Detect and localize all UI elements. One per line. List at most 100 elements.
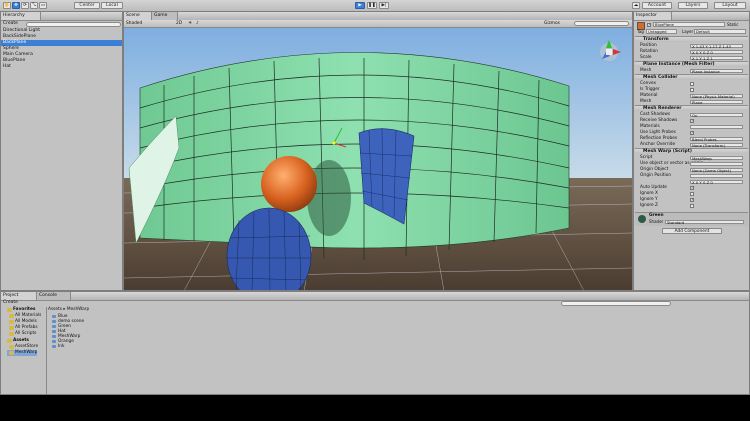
search-folder-icon — [9, 314, 14, 318]
mesh-collider-row-label: Is Trigger — [640, 87, 660, 92]
account-dropdown[interactable]: Account — [642, 2, 672, 9]
mesh-warp-component-header[interactable]: Mesh Warp (Script) — [635, 148, 748, 154]
rect-icon[interactable]: ▭ — [39, 2, 47, 9]
mesh-warp-row-value[interactable]: ✓ — [690, 198, 694, 202]
audio-icon[interactable]: ♪ — [196, 21, 202, 26]
step-icon[interactable]: ▶| — [379, 2, 389, 9]
scene-search-input[interactable] — [574, 21, 629, 26]
mesh-warp-row-value[interactable]: MeshWarp — [690, 156, 743, 160]
material-section[interactable]: Green Shader Standard — [635, 212, 748, 226]
mesh-warp-row-label: Script — [640, 155, 653, 160]
mesh-warp-row-value[interactable] — [690, 204, 694, 208]
folder-icon — [9, 345, 14, 349]
search-folder-icon — [9, 332, 14, 336]
hierarchy-create-button[interactable]: Create — [3, 21, 18, 27]
layout-dropdown[interactable]: Layout — [714, 2, 746, 9]
mesh-warp-row-value[interactable] — [690, 162, 743, 166]
mesh-renderer-row-value[interactable]: None (Transform) — [690, 143, 743, 147]
object-name-field[interactable]: BluePlane — [653, 22, 725, 27]
layers-dropdown[interactable]: Layers — [678, 2, 708, 9]
folder-icon — [9, 351, 14, 355]
mesh-renderer-row-value[interactable]: Blend Probes — [690, 137, 743, 141]
project-create-button[interactable]: Create — [3, 300, 18, 306]
mesh-renderer-row-value[interactable] — [690, 125, 743, 129]
active-checkbox[interactable]: ✓ — [647, 23, 651, 27]
scene-viewport[interactable] — [124, 28, 632, 291]
favorite-item[interactable]: All Scripts — [7, 331, 36, 337]
mesh-collider-row-value[interactable] — [690, 88, 694, 92]
orange-sphere[interactable] — [261, 156, 317, 212]
breadcrumb[interactable]: Assets ▸ MeshWarp — [48, 307, 89, 313]
tab-console[interactable]: Console — [37, 292, 71, 300]
mesh-collider-component-header[interactable]: Mesh Collider — [635, 74, 748, 80]
pause-icon[interactable]: ❚❚ — [367, 2, 377, 9]
mesh-renderer-row-label: Use Light Probes — [640, 130, 676, 135]
scale-icon[interactable]: ⤡ — [30, 2, 38, 9]
mesh-collider-row-label: Convex — [640, 81, 657, 86]
folder-icon — [7, 339, 12, 343]
mesh-collider-row-value[interactable]: None (Physic Material) — [690, 94, 743, 98]
hand-icon[interactable]: ✋ — [3, 2, 11, 9]
layer-dropdown[interactable]: Default — [694, 29, 746, 34]
hierarchy-item[interactable]: Hat — [3, 64, 11, 70]
hierarchy-search-input[interactable] — [26, 22, 121, 27]
asset-item[interactable]: Ink — [52, 344, 64, 349]
mesh-renderer-row-value[interactable]: On — [690, 113, 743, 117]
mesh-warp-row-value[interactable] — [690, 174, 743, 178]
static-checkbox[interactable]: Static — [727, 22, 747, 27]
shading-mode-dropdown[interactable]: Shaded — [126, 20, 160, 27]
hierarchy-item[interactable]: BackPlane — [1, 40, 122, 46]
layer-label: Layer — [682, 29, 694, 34]
mesh-renderer-row-value[interactable]: ✓ — [690, 131, 694, 135]
asset-folder-item[interactable]: MeshWarp — [7, 350, 38, 356]
green-curved-wall[interactable] — [139, 52, 570, 249]
space-toggle[interactable]: Local — [101, 2, 123, 9]
mesh-filter-value[interactable]: Plane Instance — [690, 69, 743, 73]
cloud-icon[interactable]: ☁ — [632, 2, 640, 9]
mesh-collider-row-value[interactable]: Plane — [690, 100, 743, 104]
favorite-item-label: All Materials — [15, 313, 42, 318]
tab-scene[interactable]: Scene — [124, 12, 152, 20]
mesh-filter-component-header[interactable]: Plane Instance (Mesh Filter) — [635, 61, 748, 67]
mesh-renderer-row-value[interactable]: ✓ — [690, 119, 694, 123]
hierarchy-tabbar: Hierarchy — [1, 12, 122, 21]
light-icon[interactable]: ☀ — [188, 21, 194, 26]
tab-game[interactable]: Game — [152, 12, 178, 20]
transform-component-header[interactable]: Transform — [635, 36, 748, 42]
project-search-input[interactable] — [561, 301, 671, 306]
mesh-renderer-component-header[interactable]: Mesh Renderer — [635, 105, 748, 111]
mesh-warp-row-value[interactable]: X 0 Y 0 Z 0 — [690, 180, 743, 184]
scene-panel: Scene Game Shaded 2D ☀ ♪ Gizmos — [123, 11, 633, 291]
mesh-warp-row-value[interactable]: ✓ — [690, 186, 694, 190]
2d-toggle[interactable]: 2D — [176, 20, 186, 27]
mesh-warp-row-value[interactable] — [690, 192, 694, 196]
mesh-warp-row-label: Origin Position — [640, 173, 672, 178]
tag-dropdown[interactable]: Untagged — [646, 29, 677, 34]
play-icon[interactable]: ▶ — [355, 2, 365, 9]
mesh-collider-row-value[interactable] — [690, 82, 694, 86]
pivot-toggle[interactable]: Center — [74, 2, 100, 9]
tag-label: Tag — [637, 29, 644, 34]
move-icon[interactable]: ✥ — [12, 2, 20, 9]
mesh-warp-row-label: Ignore X — [640, 191, 658, 196]
transform-row-value[interactable]: X 0 Y 0 Z 0 — [690, 50, 743, 54]
mesh-warp-row-value[interactable]: None (Game Object) — [690, 168, 743, 172]
tab-project[interactable]: Project — [1, 292, 37, 300]
asset-icon — [52, 340, 56, 343]
rotate-icon[interactable]: ⟳ — [21, 2, 29, 9]
transform-row-label: Scale — [640, 55, 652, 60]
favorite-item-label: All Prefabs — [15, 325, 38, 330]
hierarchy-panel: Hierarchy Create Directional Light BackSi… — [0, 11, 123, 291]
scene-control-bar: Shaded 2D ☀ ♪ Gizmos — [124, 20, 632, 28]
tab-hierarchy[interactable]: Hierarchy — [1, 12, 41, 20]
add-component-button[interactable]: Add Component — [662, 228, 722, 234]
transform-row-value[interactable]: X 1 Y 1 Z 1 — [690, 56, 743, 60]
asset-icon — [52, 320, 56, 323]
favorite-item-label: All Scripts — [15, 331, 37, 336]
transform-row-value[interactable]: X 1.43 Y 1.17 Z 1.43 — [690, 44, 743, 48]
inspector-panel: Inspector ✓ BluePlane Static Tag Untagge… — [633, 11, 750, 291]
material-shader-dropdown[interactable]: Standard — [665, 220, 744, 224]
tab-inspector[interactable]: Inspector — [634, 12, 672, 20]
gizmos-dropdown[interactable]: Gizmos — [544, 20, 570, 27]
favorite-item-label: All Models — [15, 319, 37, 324]
